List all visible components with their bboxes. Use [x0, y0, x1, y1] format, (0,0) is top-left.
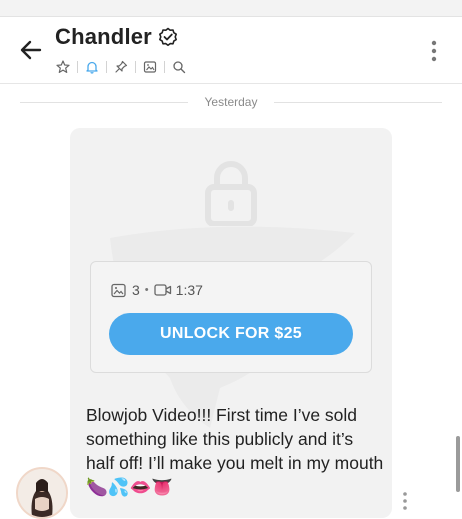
search-icon[interactable]	[168, 57, 190, 77]
contact-name[interactable]: Chandler	[55, 24, 152, 50]
avatar[interactable]	[16, 467, 68, 519]
date-divider-label: Yesterday	[192, 95, 270, 109]
chat-toolbar	[52, 57, 190, 77]
date-divider: Yesterday	[0, 93, 462, 111]
toolbar-separator	[135, 61, 136, 73]
star-icon[interactable]	[52, 57, 74, 77]
toolbar-separator	[77, 61, 78, 73]
chat-header: Chandler	[0, 17, 462, 84]
scrollbar[interactable]	[456, 436, 460, 492]
lock-icon	[205, 160, 257, 227]
media-stats: 3 • 1:37	[111, 282, 203, 298]
back-arrow-icon[interactable]	[18, 37, 44, 63]
image-icon[interactable]	[139, 57, 161, 77]
locked-media-box: 3 • 1:37 UNLOCK FOR $25	[90, 261, 372, 373]
verified-badge-icon	[158, 27, 178, 47]
photo-count: 3	[132, 282, 140, 298]
media-separator: •	[144, 284, 149, 296]
message-options-icon[interactable]	[400, 490, 410, 512]
bell-icon[interactable]	[81, 57, 103, 77]
video-duration: 1:37	[175, 282, 203, 298]
toolbar-separator	[106, 61, 107, 73]
contact-title[interactable]: Chandler	[55, 24, 178, 50]
more-options-icon[interactable]	[426, 39, 442, 63]
unlock-button[interactable]: UNLOCK FOR $25	[109, 313, 353, 355]
video-icon	[154, 283, 172, 297]
pin-icon[interactable]	[110, 57, 132, 77]
message-text: Blowjob Video!!! First time I’ve sold so…	[86, 405, 384, 497]
photo-icon	[111, 283, 126, 298]
status-strip	[0, 0, 462, 17]
locked-message-card: 3 • 1:37 UNLOCK FOR $25 Blowjob Video!!!…	[70, 128, 392, 518]
toolbar-separator	[164, 61, 165, 73]
